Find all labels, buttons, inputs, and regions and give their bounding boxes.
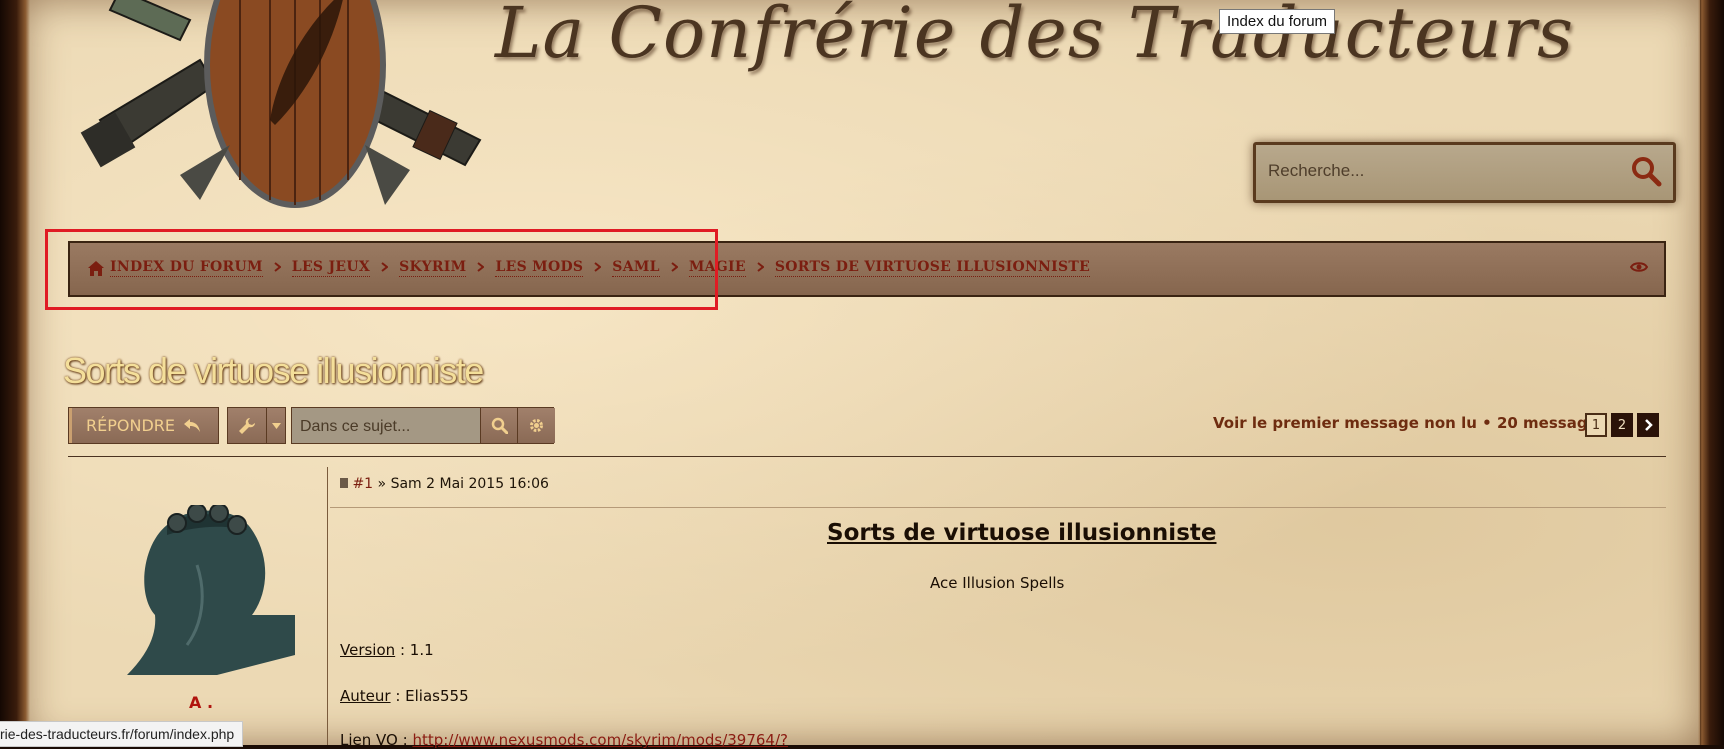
- reply-icon: [183, 419, 200, 432]
- highlight-box: [45, 229, 718, 310]
- browser-status-bar: rie-des-traducteurs.fr/forum/index.php: [0, 721, 244, 747]
- post-version: Version : 1.1: [340, 641, 434, 659]
- post-username[interactable]: A .: [189, 693, 213, 712]
- burnt-edge-right: [1698, 0, 1724, 745]
- next-page-button[interactable]: [1637, 413, 1659, 437]
- topic-search-input[interactable]: [298, 415, 482, 439]
- post-link: Lien VO : http://www.nexusmods.com/skyri…: [340, 731, 788, 749]
- site-logo-art[interactable]: [80, 0, 500, 220]
- reply-button-label: RÉPONDRE: [86, 416, 175, 435]
- reply-button[interactable]: RÉPONDRE: [68, 407, 219, 444]
- author-value: : Elias555: [395, 687, 469, 705]
- version-value: : 1.1: [399, 641, 434, 659]
- search-input[interactable]: [1266, 155, 1600, 187]
- topic-search-button[interactable]: [480, 408, 518, 443]
- first-unread-link[interactable]: Voir le premier message non lu: [1213, 414, 1477, 432]
- gear-icon: [530, 419, 543, 432]
- bullet-separator: •: [1482, 414, 1492, 432]
- search-icon[interactable]: [1629, 154, 1663, 188]
- status-url: rie-des-traducteurs.fr/forum/index.php: [0, 726, 235, 742]
- vo-link[interactable]: http://www.nexusmods.com/skyrim/mods/397…: [412, 731, 788, 749]
- chevron-right-icon: [1644, 419, 1653, 431]
- site-search: [1253, 142, 1676, 203]
- caret-down-icon: [267, 408, 285, 443]
- site-title[interactable]: La Confrérie des Traducteurs: [495, 0, 1574, 74]
- post-author: Auteur : Elias555: [340, 687, 469, 705]
- page-1[interactable]: 1: [1585, 413, 1607, 437]
- eye-icon[interactable]: [1630, 261, 1648, 273]
- topic-stats: Voir le premier message non lu • 20 mess…: [1213, 414, 1607, 432]
- burnt-edge-left: [0, 0, 30, 745]
- pagination: 1 2: [1585, 413, 1659, 437]
- post-divider: [327, 467, 328, 745]
- topic-tools-button[interactable]: [227, 407, 286, 444]
- post-number-link[interactable]: #1: [352, 476, 373, 492]
- post-title: Sorts de virtuose illusionniste: [827, 520, 1217, 546]
- post-icon: [340, 478, 348, 488]
- post-date-separator: »: [377, 476, 387, 492]
- link-label: Lien VO :: [340, 731, 408, 749]
- avatar[interactable]: [127, 505, 295, 675]
- advanced-search-button[interactable]: [517, 408, 555, 443]
- breadcrumb-item-current[interactable]: Sorts de virtuose illusionniste: [774, 259, 1091, 277]
- author-label: Auteur: [340, 687, 391, 705]
- wrench-icon: [228, 408, 267, 443]
- version-label: Version: [340, 641, 396, 659]
- page-2[interactable]: 2: [1611, 413, 1633, 437]
- chevron-right-icon: [757, 260, 765, 276]
- post-header: #1 » Sam 2 Mai 2015 16:06: [340, 476, 549, 492]
- topic-title[interactable]: Sorts de virtuose illusionniste: [63, 350, 484, 392]
- tooltip-index: Index du forum: [1219, 9, 1336, 34]
- topic-search: [291, 407, 555, 444]
- search-icon: [491, 417, 508, 434]
- post-subtitle: Ace Illusion Spells: [930, 574, 1065, 592]
- post-header-divider: [330, 507, 1666, 508]
- post-date: Sam 2 Mai 2015 16:06: [390, 476, 549, 492]
